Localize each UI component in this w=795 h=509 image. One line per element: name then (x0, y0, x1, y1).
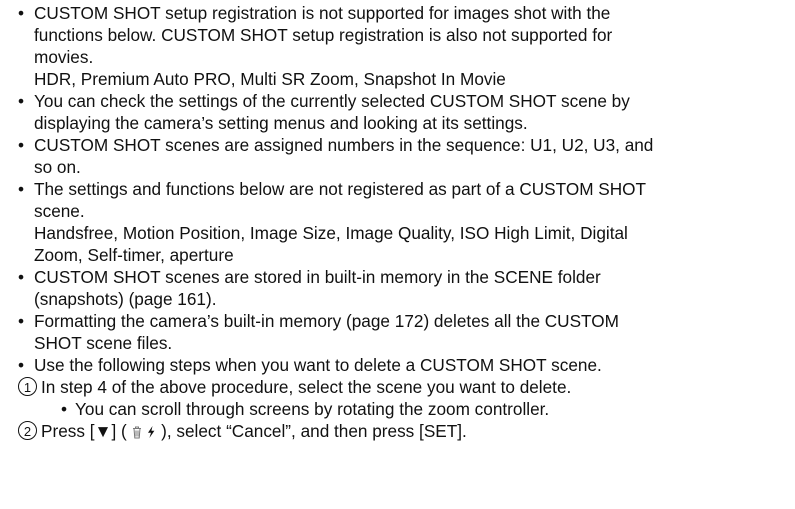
note-line: Handsfree, Motion Position, Image Size, … (34, 223, 628, 243)
trash-icon (132, 426, 141, 439)
bullet: • (17, 91, 25, 111)
sub-note-text: You can scroll through screens by rotati… (75, 399, 550, 419)
step-number: 1 (18, 377, 37, 396)
note-line: Formatting the camera’s built-in memory … (34, 311, 619, 331)
note-item: • Use the following steps when you want t… (0, 354, 795, 376)
note-item: • You can check the settings of the curre… (0, 90, 795, 134)
notes-list: • CUSTOM SHOT setup registration is not s… (0, 2, 795, 376)
step-2: 2 Press [▼] ( ), select “Cancel”, and th… (0, 420, 795, 442)
note-line: CUSTOM SHOT setup registration is not su… (34, 3, 611, 23)
note-line: The settings and functions below are not… (34, 179, 647, 199)
note-line: CUSTOM SHOT scenes are stored in built-i… (34, 267, 601, 287)
bullet: • (60, 399, 68, 419)
note-line: Zoom, Self-timer, aperture (34, 245, 234, 265)
step-1-sub-note: • You can scroll through screens by rota… (0, 398, 795, 420)
note-item: • CUSTOM SHOT scenes are stored in built-… (0, 266, 795, 310)
note-line: (snapshots) (page 161). (34, 289, 217, 309)
note-line: SHOT scene files. (34, 333, 173, 353)
bullet: • (17, 3, 25, 23)
flash-icon (148, 426, 155, 438)
manual-page: • CUSTOM SHOT setup registration is not s… (0, 0, 795, 509)
bullet: • (17, 267, 25, 287)
note-line: HDR, Premium Auto PRO, Multi SR Zoom, Sn… (34, 69, 506, 89)
bullet: • (17, 179, 25, 199)
bullet: • (17, 135, 25, 155)
note-line: displaying the camera’s setting menus an… (34, 113, 528, 133)
note-line: scene. (34, 201, 85, 221)
note-line: CUSTOM SHOT scenes are assigned numbers … (34, 135, 654, 155)
note-item: • CUSTOM SHOT setup registration is not s… (0, 2, 795, 90)
note-line: functions below. CUSTOM SHOT setup regis… (34, 25, 613, 45)
step-number: 2 (18, 421, 37, 440)
note-line: so on. (34, 157, 81, 177)
note-item: • Formatting the camera’s built-in memory… (0, 310, 795, 354)
note-line: Use the following steps when you want to… (34, 355, 602, 375)
step-text-end: ), select “Cancel”, and then press [SET]… (161, 421, 467, 441)
step-1: 1 In step 4 of the above procedure, sele… (0, 376, 795, 398)
note-line: movies. (34, 47, 94, 67)
note-item: • CUSTOM SHOT scenes are assigned numbers… (0, 134, 795, 178)
step-text-start: Press [▼] ( (41, 421, 127, 441)
bullet: • (17, 355, 25, 375)
step-text: In step 4 of the above procedure, select… (41, 377, 572, 397)
note-item: • The settings and functions below are no… (0, 178, 795, 266)
bullet: • (17, 311, 25, 331)
note-line: You can check the settings of the curren… (34, 91, 630, 111)
